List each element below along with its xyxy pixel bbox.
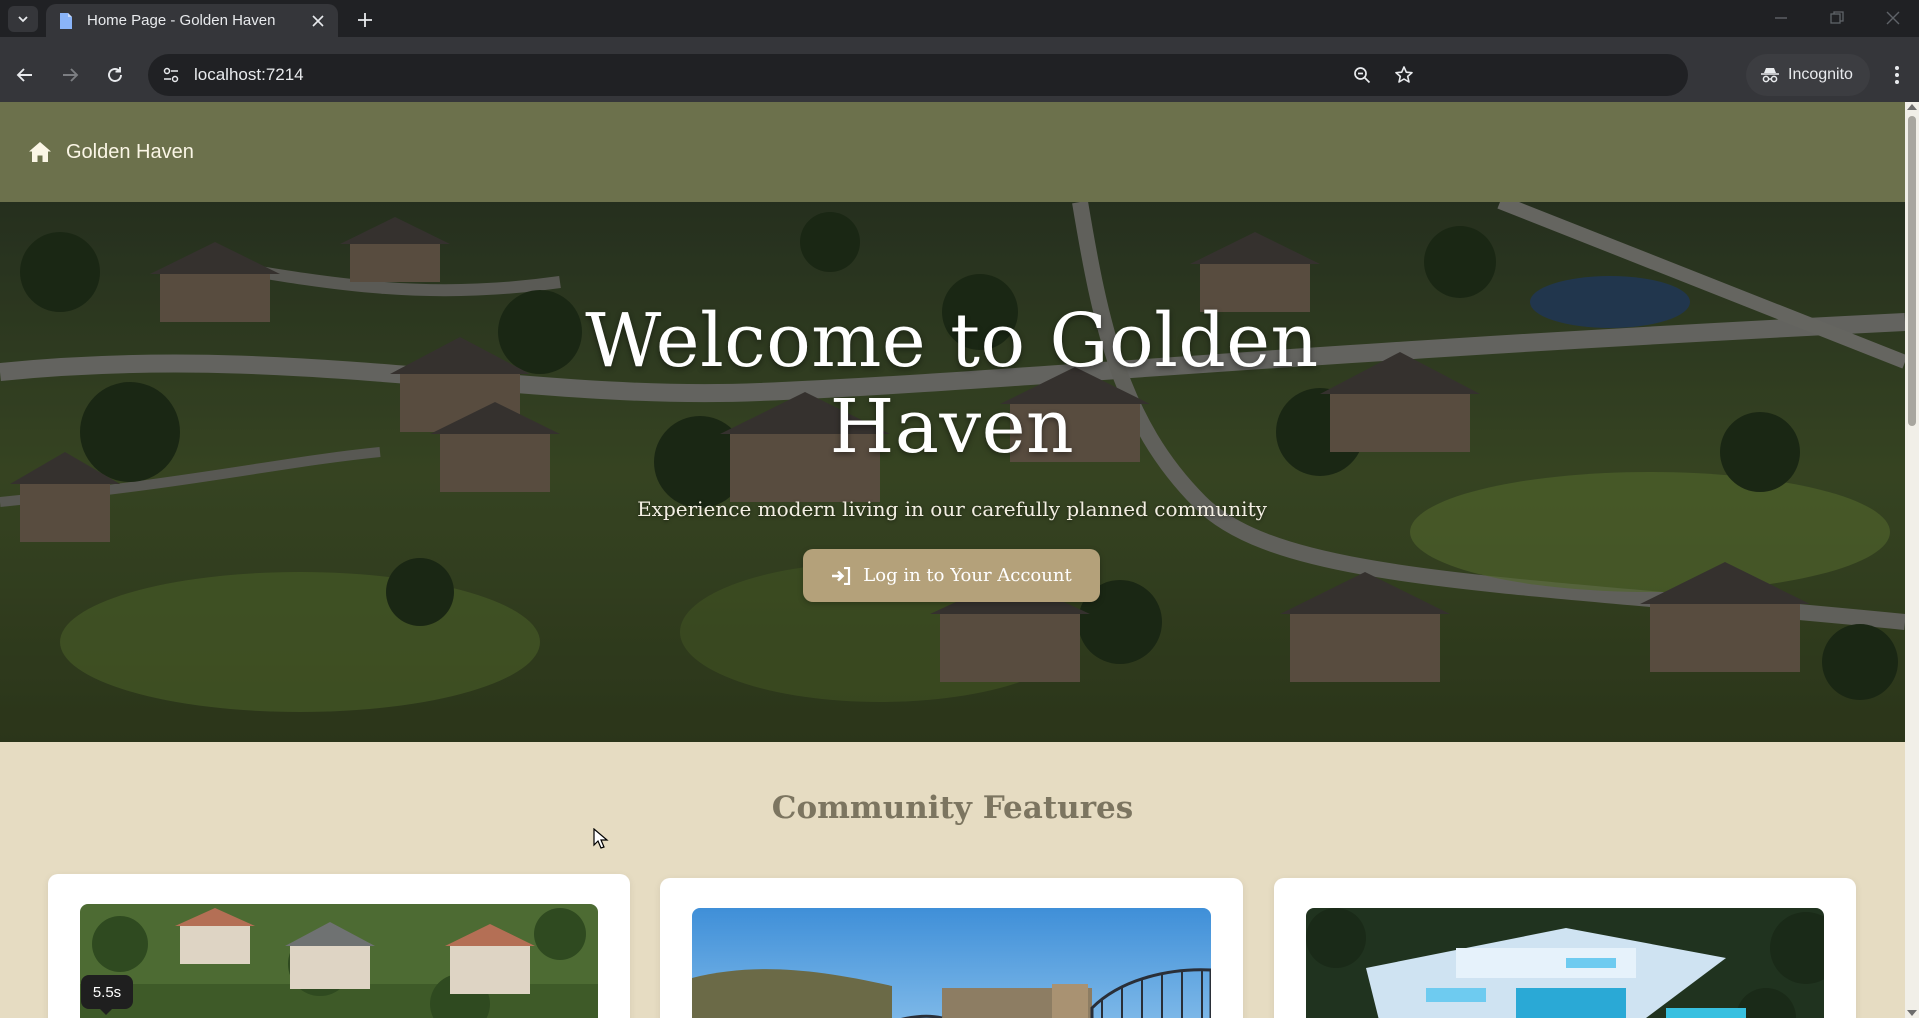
forward-button[interactable] bbox=[53, 58, 87, 92]
tab-title: Home Page - Golden Haven bbox=[87, 12, 276, 29]
feature-card[interactable] bbox=[660, 878, 1243, 1018]
brand-link[interactable]: Golden Haven bbox=[66, 141, 194, 164]
scrollbar-thumb[interactable] bbox=[1908, 116, 1916, 426]
bookmark-star-icon[interactable] bbox=[1392, 63, 1416, 87]
incognito-label: Incognito bbox=[1788, 66, 1853, 83]
home-icon bbox=[28, 140, 54, 164]
hero-overlay bbox=[0, 202, 1905, 742]
browser-tab-strip: Home Page - Golden Haven bbox=[0, 0, 1919, 37]
scroll-down-arrow[interactable] bbox=[1907, 1010, 1917, 1016]
new-tab-button[interactable] bbox=[352, 7, 378, 33]
features-heading: Community Features bbox=[771, 790, 1134, 826]
scroll-up-arrow[interactable] bbox=[1907, 104, 1917, 110]
page-icon bbox=[56, 11, 76, 31]
browser-tab-active[interactable]: Home Page - Golden Haven bbox=[46, 4, 338, 37]
browser-menu-button[interactable] bbox=[1880, 58, 1914, 92]
restore-window-button[interactable] bbox=[1822, 6, 1852, 30]
close-icon bbox=[1886, 11, 1900, 25]
back-button[interactable] bbox=[8, 58, 42, 92]
hero-title: Welcome to Golden Haven bbox=[585, 298, 1319, 470]
mouse-cursor-icon bbox=[593, 828, 609, 849]
url-text: localhost:7214 bbox=[194, 65, 304, 84]
hero-subtitle: Experience modern living in our carefull… bbox=[637, 497, 1267, 521]
restore-icon bbox=[1830, 11, 1844, 24]
recording-timer-badge: 5.5s bbox=[81, 975, 133, 1015]
minimize-icon bbox=[1775, 17, 1787, 19]
close-tab-icon[interactable] bbox=[308, 11, 328, 31]
reload-icon bbox=[108, 67, 122, 82]
page-scrollbar[interactable] bbox=[1905, 102, 1919, 1018]
arrow-left-icon bbox=[16, 68, 32, 82]
chevron-down-icon bbox=[18, 16, 28, 23]
plus-icon bbox=[358, 13, 372, 27]
reload-button[interactable] bbox=[98, 58, 132, 92]
minimize-window-button[interactable] bbox=[1766, 6, 1796, 30]
site-settings-icon[interactable] bbox=[159, 63, 183, 87]
feature-card-image bbox=[692, 908, 1211, 1018]
feature-card[interactable] bbox=[48, 874, 630, 1018]
page-viewport: Golden Haven Welcome to Golden Haven Exp… bbox=[0, 102, 1905, 1018]
feature-card-image bbox=[1306, 908, 1824, 1018]
address-bar[interactable]: localhost:7214 bbox=[148, 54, 1688, 96]
incognito-icon bbox=[1761, 68, 1779, 83]
feature-card[interactable] bbox=[1274, 878, 1856, 1018]
arrow-right-icon bbox=[63, 68, 79, 82]
hero-section: Welcome to Golden Haven Experience moder… bbox=[0, 202, 1905, 742]
close-window-button[interactable] bbox=[1878, 6, 1908, 30]
login-button[interactable]: Log in to Your Account bbox=[803, 549, 1100, 602]
feature-card-image bbox=[80, 904, 598, 1018]
more-vertical-icon bbox=[1895, 66, 1899, 84]
login-button-label: Log in to Your Account bbox=[863, 565, 1072, 586]
site-navbar: Golden Haven bbox=[0, 102, 1905, 202]
tab-search-button[interactable] bbox=[8, 6, 38, 32]
zoom-icon[interactable] bbox=[1350, 63, 1374, 87]
incognito-profile-button[interactable]: Incognito bbox=[1746, 54, 1870, 96]
sign-in-icon bbox=[831, 566, 853, 586]
